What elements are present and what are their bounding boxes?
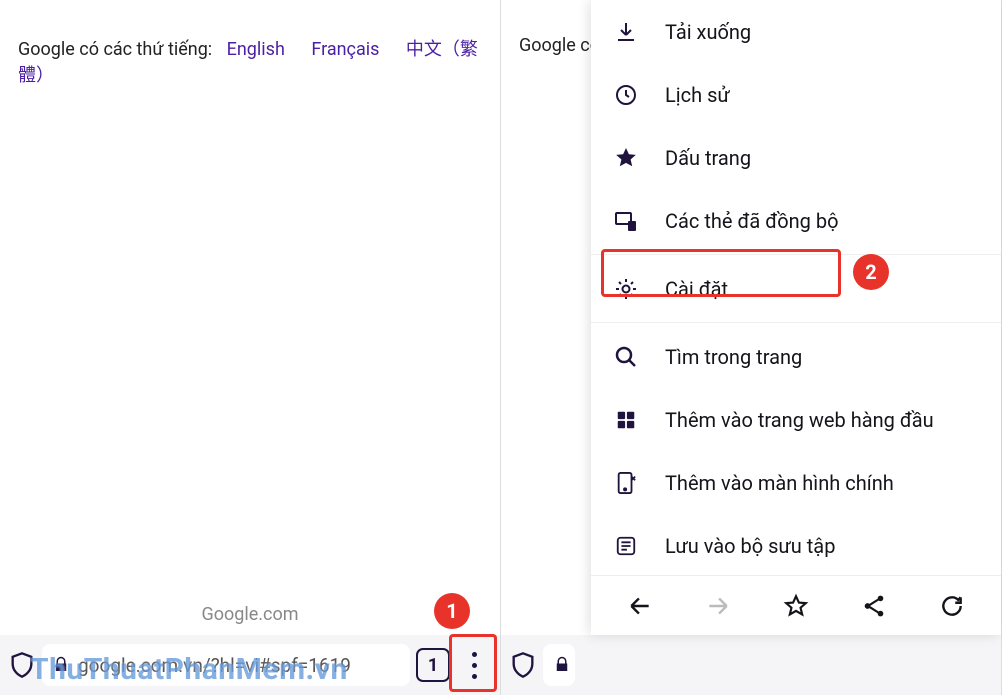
collection-icon <box>613 533 639 559</box>
add-home-icon <box>613 470 639 496</box>
footer-domain-label: Google.com <box>0 586 500 635</box>
menu-label: Thêm vào màn hình chính <box>665 471 979 495</box>
language-offer-label: Google có các thứ tiếng: <box>18 39 212 60</box>
synced-tabs-icon <box>613 208 639 234</box>
address-bar-right <box>501 635 1001 695</box>
tabs-button[interactable]: 1 <box>416 648 450 682</box>
tracking-shield-icon[interactable] <box>509 651 537 679</box>
menu-label: Các thẻ đã đồng bộ <box>665 209 979 233</box>
nav-forward-button[interactable] <box>696 584 740 628</box>
menu-item-settings[interactable]: Cài đặt <box>591 257 1001 320</box>
tracking-shield-icon[interactable] <box>8 651 36 679</box>
menu-footer <box>591 575 1001 635</box>
menu-item-find[interactable]: Tìm trong trang <box>591 325 1001 388</box>
menu-label: Thêm vào trang web hàng đầu <box>665 408 979 432</box>
menu-label: Tìm trong trang <box>665 345 979 369</box>
download-icon <box>613 19 639 45</box>
search-icon <box>613 344 639 370</box>
browser-menu: Tải xuống Lịch sử Dấu trang Các thẻ đã đ… <box>591 0 1001 635</box>
settings-icon <box>613 276 639 302</box>
tab-count: 1 <box>428 655 438 676</box>
menu-item-add-home[interactable]: Thêm vào màn hình chính <box>591 451 1001 514</box>
lang-link-english[interactable]: English <box>227 39 285 60</box>
page-content-left: Google có các thứ tiếng: English Françai… <box>0 0 500 586</box>
url-field-right[interactable] <box>543 644 575 686</box>
right-pane: Google có Tải xuống Lịch sử <box>501 0 1002 695</box>
url-field[interactable]: google.com.vn/?hl=vi#spf=1619 <box>42 644 410 686</box>
reload-button[interactable] <box>930 584 974 628</box>
menu-label: Lịch sử <box>665 83 979 107</box>
left-pane: Google có các thứ tiếng: English Françai… <box>0 0 501 695</box>
menu-separator <box>591 322 1001 323</box>
share-button[interactable] <box>852 584 896 628</box>
grid-icon <box>613 407 639 433</box>
menu-item-save-collection[interactable]: Lưu vào bộ sưu tập <box>591 514 1001 575</box>
menu-item-synced-tabs[interactable]: Các thẻ đã đồng bộ <box>591 189 1001 252</box>
menu-item-download[interactable]: Tải xuống <box>591 0 1001 63</box>
menu-label: Cài đặt <box>665 277 979 301</box>
lock-icon <box>553 656 571 674</box>
menu-item-bookmarks[interactable]: Dấu trang <box>591 126 1001 189</box>
address-bar-left: google.com.vn/?hl=vi#spf=1619 1 <box>0 635 500 695</box>
menu-button[interactable] <box>456 641 492 689</box>
bookmark-star-icon <box>613 145 639 171</box>
history-icon <box>613 82 639 108</box>
lock-icon <box>52 656 70 674</box>
nav-back-button[interactable] <box>618 584 662 628</box>
bookmark-button[interactable] <box>774 584 818 628</box>
menu-label: Lưu vào bộ sưu tập <box>665 534 979 558</box>
menu-separator <box>591 254 1001 255</box>
menu-label: Dấu trang <box>665 146 979 170</box>
lang-link-francais[interactable]: Français <box>311 39 379 60</box>
menu-label: Tải xuống <box>665 20 979 44</box>
language-offer-partial: Google có <box>519 35 600 56</box>
menu-item-add-top-site[interactable]: Thêm vào trang web hàng đầu <box>591 388 1001 451</box>
url-text: google.com.vn/?hl=vi#spf=1619 <box>78 654 351 677</box>
menu-item-history[interactable]: Lịch sử <box>591 63 1001 126</box>
